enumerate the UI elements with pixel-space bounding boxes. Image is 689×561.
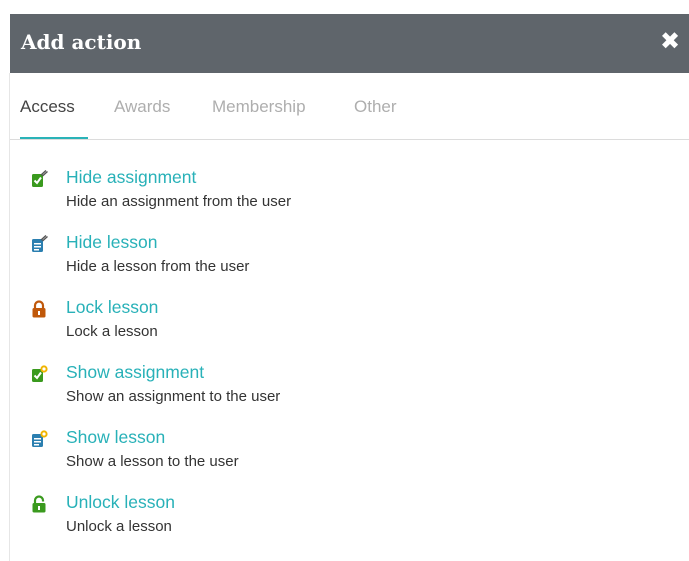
action-description: Hide a lesson from the user (66, 258, 250, 275)
action-label: Lock lesson (66, 297, 159, 317)
unlock-icon (32, 495, 46, 513)
dialog-header: Add action ✖ (10, 14, 689, 73)
tabs-divider (10, 139, 689, 140)
tab-other[interactable]: Other (354, 97, 397, 117)
action-label: Unlock lesson (66, 492, 175, 512)
dialog-title: Add action (21, 30, 142, 54)
action-hide-assignment[interactable]: Hide assignment Hide an assignment from … (10, 167, 689, 227)
tab-awards[interactable]: Awards (114, 97, 170, 117)
page-background (0, 0, 689, 14)
action-label: Show lesson (66, 427, 166, 447)
action-lock-lesson[interactable]: Lock lesson Lock a lesson (10, 297, 689, 357)
hide-assignment-icon (32, 170, 48, 187)
close-icon: ✖ (659, 28, 681, 55)
action-show-lesson[interactable]: Show lesson Show a lesson to the user (10, 427, 689, 487)
hide-lesson-icon (32, 235, 48, 252)
show-lesson-icon (32, 430, 48, 447)
action-description: Unlock a lesson (66, 518, 172, 535)
action-unlock-lesson[interactable]: Unlock lesson Unlock a lesson (10, 492, 689, 552)
tab-access[interactable]: Access (20, 97, 75, 117)
action-show-assignment[interactable]: Show assignment Show an assignment to th… (10, 362, 689, 422)
action-description: Show a lesson to the user (66, 453, 239, 470)
action-label: Hide assignment (66, 167, 197, 187)
action-label: Hide lesson (66, 232, 158, 252)
tab-membership[interactable]: Membership (212, 97, 306, 117)
action-description: Lock a lesson (66, 323, 158, 340)
action-description: Show an assignment to the user (66, 388, 281, 405)
tab-bar: Access Awards Membership Other (10, 73, 689, 139)
lock-icon (32, 300, 46, 318)
show-assignment-icon (32, 365, 48, 382)
action-label: Show assignment (66, 362, 205, 382)
action-hide-lesson[interactable]: Hide lesson Hide a lesson from the user (10, 232, 689, 292)
close-button[interactable]: ✖ (659, 28, 681, 56)
add-action-dialog: Add action ✖ Access Awards Membership Ot… (10, 14, 689, 561)
action-description: Hide an assignment from the user (66, 193, 292, 210)
